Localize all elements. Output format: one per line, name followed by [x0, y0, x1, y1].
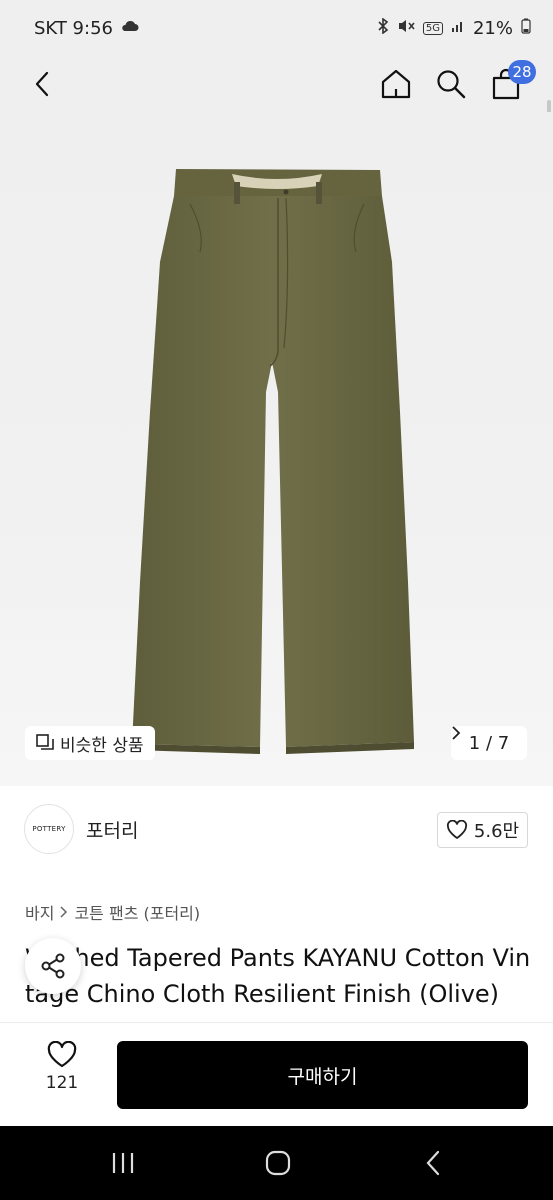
breadcrumb-category[interactable]: 바지 — [25, 900, 54, 924]
similar-products-icon — [36, 734, 54, 752]
page-indicator: 1 / 7 — [468, 732, 510, 754]
product-title: Washed Tapered Pants KAYANU Cotton Vinta… — [25, 944, 531, 1008]
similar-products-label: 비슷한 상품 — [60, 735, 144, 756]
action-bar: 121 구매하기 — [0, 1022, 553, 1126]
home-button[interactable] — [374, 62, 418, 106]
brand-logo[interactable]: POTTERY — [24, 804, 74, 854]
share-button[interactable] — [25, 938, 81, 994]
similar-products-button[interactable]: 비슷한 상품 — [25, 726, 155, 760]
system-nav-bar — [0, 1126, 553, 1200]
breadcrumb-subcategory[interactable]: 코튼 팬츠 (포터리) — [74, 900, 200, 924]
product-image[interactable]: 비슷한 상품 1 / 7 — [0, 112, 553, 786]
breadcrumb: 바지 코튼 팬츠 (포터리) — [25, 900, 200, 924]
back-nav-button[interactable] — [413, 1146, 453, 1180]
heart-icon — [47, 1041, 77, 1068]
network-5g-icon: 5G — [422, 21, 443, 35]
wishlist-count: 121 — [45, 1073, 79, 1093]
share-icon — [41, 953, 65, 979]
wishlist-button[interactable]: 121 — [30, 1041, 94, 1111]
recent-apps-button[interactable] — [103, 1146, 143, 1180]
pants-illustration — [132, 169, 414, 754]
recent-apps-icon — [112, 1153, 134, 1173]
chevron-right-icon — [60, 906, 68, 918]
cloud-icon — [121, 20, 139, 36]
cart-button[interactable]: 28 — [484, 60, 536, 106]
chevron-right-icon — [452, 726, 461, 740]
home-nav-button[interactable] — [258, 1146, 298, 1180]
brand-name[interactable]: 포터리 — [86, 816, 138, 843]
back-button[interactable] — [20, 62, 64, 106]
status-right: 5G 21% — [377, 17, 531, 39]
home-icon — [381, 69, 411, 99]
signal-icon — [451, 19, 465, 37]
buy-button[interactable]: 구매하기 — [117, 1041, 528, 1109]
brand-like-count: 5.6만 — [473, 821, 520, 842]
search-icon — [437, 70, 466, 99]
search-button[interactable] — [429, 62, 473, 106]
carrier-time: SKT 9:56 — [34, 17, 113, 39]
status-left: SKT 9:56 — [34, 18, 139, 39]
cart-count-badge: 28 — [508, 60, 536, 84]
status-bar: SKT 9:56 5G 21% — [0, 0, 553, 56]
chevron-left-icon — [35, 71, 49, 97]
mute-icon — [397, 18, 415, 38]
brand-like-button[interactable]: 5.6만 — [437, 812, 528, 848]
battery-percent: 21% — [472, 17, 513, 39]
battery-icon — [521, 18, 531, 38]
brand-row: POTTERY 포터리 5.6만 — [0, 786, 553, 874]
home-nav-icon — [265, 1150, 291, 1176]
app-header: 28 — [0, 56, 553, 176]
back-nav-icon — [426, 1150, 440, 1176]
heart-icon — [446, 820, 467, 839]
bluetooth-icon — [377, 17, 389, 38]
image-pager[interactable]: 1 / 7 — [451, 726, 527, 760]
